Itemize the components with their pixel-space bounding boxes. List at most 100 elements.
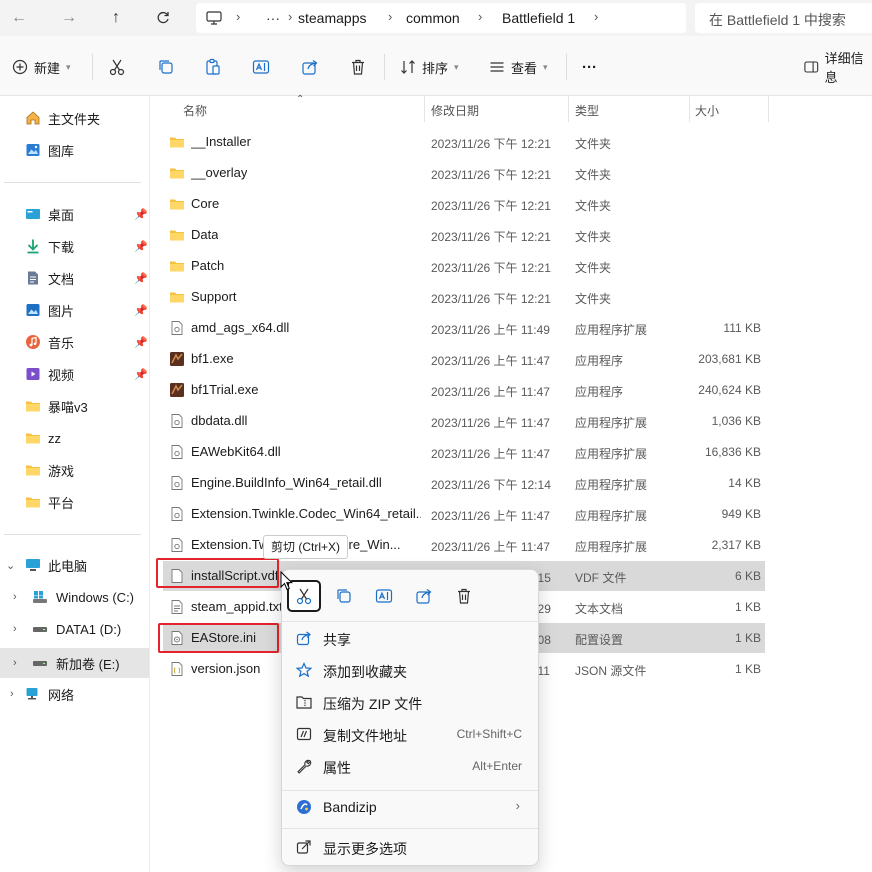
pin-icon[interactable]: 📌: [134, 304, 148, 317]
nav-item-folder[interactable]: 暴喵v3: [0, 393, 149, 419]
ctx-copy-button[interactable]: [327, 580, 361, 612]
file-name: bf1Trial.exe: [191, 382, 259, 397]
column-header-size[interactable]: 大小: [695, 102, 719, 119]
table-row[interactable]: __overlay 2023/11/26 下午 12:21 文件夹: [163, 158, 765, 188]
ctx-item-more-options[interactable]: 显示更多选项: [286, 832, 536, 862]
table-row[interactable]: Extension.Twinkle.ScriptCore_Win...2023/…: [163, 530, 765, 560]
file-size: 1,036 KB: [711, 414, 761, 428]
forward-button[interactable]: →: [58, 8, 80, 28]
paste-button[interactable]: [204, 56, 222, 78]
nav-item-drive-c[interactable]: › Windows (C:): [0, 584, 149, 610]
table-row[interactable]: Core 2023/11/26 下午 12:21 文件夹: [163, 189, 765, 219]
table-row[interactable]: Extension.Twinkle.Codec_Win64_retail... 2…: [163, 499, 765, 529]
table-row[interactable]: Engine.BuildInfo_Win64_retail.dll 2023/11…: [163, 468, 765, 498]
up-button[interactable]: ↑: [105, 8, 127, 28]
table-row[interactable]: bf1.exe 2023/11/26 上午 11:47 应用程序 203,681 KB: [163, 344, 765, 374]
refresh-button[interactable]: [152, 8, 174, 28]
view-button[interactable]: 查看 ▾: [489, 56, 548, 78]
breadcrumb-item[interactable]: Battlefield 1: [502, 10, 575, 26]
column-header-type[interactable]: 类型: [575, 102, 599, 119]
shortcut-text: Ctrl+Shift+C: [456, 727, 522, 741]
new-button[interactable]: 新建 ▾: [12, 56, 71, 78]
details-button[interactable]: 详细信息: [804, 51, 872, 85]
table-row[interactable]: __Installer 2023/11/26 下午 12:21 文件夹: [163, 127, 765, 157]
column-header-name[interactable]: 名称: [183, 102, 207, 119]
pin-icon[interactable]: 📌: [134, 208, 148, 221]
ctx-item-share[interactable]: 共享: [286, 623, 536, 653]
ctx-item-add-favorites[interactable]: 添加到收藏夹: [286, 655, 536, 685]
share-button[interactable]: [301, 56, 319, 78]
breadcrumb-item[interactable]: steamapps: [298, 10, 366, 26]
chevron-right-icon[interactable]: ›: [13, 657, 17, 669]
file-date: 2023/11/26 上午 11:49: [431, 323, 550, 337]
copy-button[interactable]: [157, 56, 175, 78]
document-icon: [28, 271, 38, 285]
cut-tooltip: 剪切 (Ctrl+X): [263, 535, 349, 559]
file-name: Core: [191, 196, 220, 211]
view-label: 查看: [511, 60, 538, 76]
chevron-right-icon[interactable]: ›: [13, 591, 17, 603]
table-row[interactable]: dbdata.dll 2023/11/26 上午 11:47 应用程序扩展 1,036…: [163, 406, 765, 436]
ctx-share-button[interactable]: [407, 580, 441, 612]
address-bar: ← → ↑ › ··· › steamapps › common › Battl…: [0, 0, 872, 36]
chevron-down-icon[interactable]: ⌄: [6, 559, 15, 572]
nav-item-folder[interactable]: 游戏: [0, 457, 149, 483]
nav-item-pictures[interactable]: 图片 📌: [0, 297, 149, 323]
file-date: 2023/11/26 下午 12:21: [431, 199, 551, 213]
nav-item-desktop[interactable]: 桌面 📌: [0, 201, 149, 227]
pin-icon[interactable]: 📌: [134, 368, 148, 381]
chevron-right-icon[interactable]: ›: [13, 623, 17, 635]
table-row[interactable]: EAWebKit64.dll 2023/11/26 上午 11:47 应用程序扩展 1…: [163, 437, 765, 467]
table-row[interactable]: Patch 2023/11/26 下午 12:21 文件夹: [163, 251, 765, 281]
file-date: 2023/11/26 下午 12:21: [431, 261, 551, 275]
table-row[interactable]: Data 2023/11/26 下午 12:21 文件夹: [163, 220, 765, 250]
nav-item-drive-d[interactable]: › DATA1 (D:): [0, 616, 149, 642]
nav-item-gallery[interactable]: 图库: [0, 137, 149, 163]
nav-item-music[interactable]: 音乐 📌: [0, 329, 149, 355]
nav-item-folder[interactable]: 平台: [0, 489, 149, 515]
table-row[interactable]: amd_ags_x64.dll 2023/11/26 上午 11:49 应用程序扩展…: [163, 313, 765, 343]
nav-item-videos[interactable]: 视频 📌: [0, 361, 149, 387]
dll-file-icon: [171, 538, 183, 552]
nav-item-folder[interactable]: zz: [0, 425, 149, 451]
search-placeholder: 在 Battlefield 1 中搜索: [709, 12, 846, 28]
ctx-rename-button[interactable]: [367, 580, 401, 612]
ctx-delete-button[interactable]: [447, 580, 481, 612]
chevron-right-icon[interactable]: ›: [10, 688, 14, 700]
search-input[interactable]: 在 Battlefield 1 中搜索: [695, 3, 872, 33]
delete-button[interactable]: [349, 56, 367, 78]
back-button[interactable]: ←: [8, 8, 30, 28]
ctx-item-copy-path[interactable]: 复制文件地址 Ctrl+Shift+C: [286, 719, 536, 749]
table-row[interactable]: Support 2023/11/26 下午 12:21 文件夹: [163, 282, 765, 312]
copy-icon: [159, 60, 173, 74]
nav-item-downloads[interactable]: 下载 📌: [0, 233, 149, 259]
file-date: 2023/11/26 上午 11:47: [431, 540, 550, 554]
more-button[interactable]: ···: [582, 56, 597, 78]
sort-button[interactable]: 排序 ▾: [400, 56, 459, 78]
table-row[interactable]: bf1Trial.exe 2023/11/26 上午 11:47 应用程序 240,6…: [163, 375, 765, 405]
file-date: 2023/11/26 下午 12:21: [431, 230, 551, 244]
ctx-item-compress-zip[interactable]: 压缩为 ZIP 文件: [286, 687, 536, 717]
file-name: __Installer: [191, 134, 251, 149]
breadcrumb-item[interactable]: common: [406, 10, 460, 26]
new-label: 新建: [34, 60, 61, 76]
cut-button[interactable]: [108, 56, 126, 78]
folder-icon: [170, 261, 184, 272]
file-type: 文件夹: [575, 261, 612, 275]
ctx-item-properties[interactable]: 属性 Alt+Enter: [286, 751, 536, 781]
pin-icon[interactable]: 📌: [134, 336, 148, 349]
ctx-item-bandizip[interactable]: Bandizip ›: [286, 792, 536, 822]
pin-icon[interactable]: 📌: [134, 240, 148, 253]
nav-item-network[interactable]: › 网络: [0, 681, 149, 707]
nav-item-this-pc[interactable]: ⌄ 此电脑: [0, 552, 149, 578]
details-label: 详细信息: [824, 51, 864, 85]
more-options-icon: [296, 840, 311, 854]
breadcrumb-overflow-icon[interactable]: ···: [266, 10, 280, 26]
rename-button[interactable]: [252, 56, 270, 78]
pin-icon[interactable]: 📌: [134, 272, 148, 285]
breadcrumb[interactable]: › ··· › steamapps › common › Battlefield…: [196, 3, 686, 33]
nav-item-home[interactable]: 主文件夹: [0, 105, 149, 131]
column-header-date[interactable]: 修改日期: [431, 102, 479, 119]
nav-item-documents[interactable]: 文档 📌: [0, 265, 149, 291]
nav-item-drive-e[interactable]: › 新加卷 (E:): [0, 648, 149, 678]
